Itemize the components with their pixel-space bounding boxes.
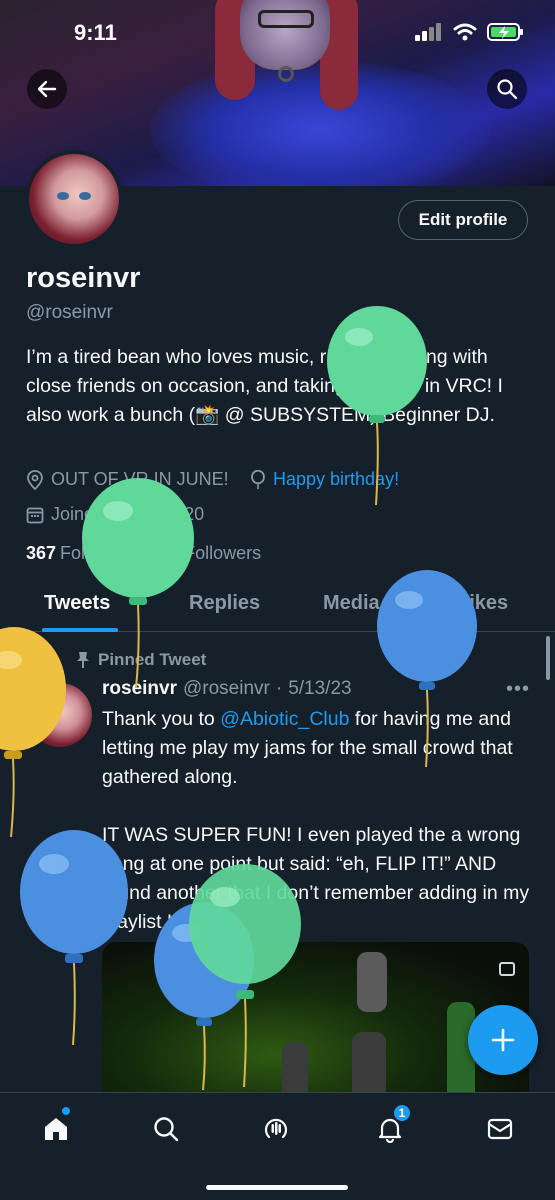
- sensitive-media-icon: [499, 962, 515, 976]
- plus-icon: [491, 1028, 515, 1052]
- status-time: 9:11: [74, 20, 117, 45]
- location-pin-icon: [27, 469, 43, 490]
- search-icon: [497, 79, 518, 100]
- mail-icon: [487, 1118, 513, 1140]
- balloon-decoration: [189, 864, 301, 1088]
- battery-charging-icon: [487, 23, 523, 41]
- profile-handle: @roseinvr: [26, 302, 113, 323]
- home-icon: [45, 1118, 67, 1140]
- wifi-icon: [453, 23, 477, 41]
- profile-bio: I’m a tired bean who loves music, raves,…: [26, 346, 503, 426]
- arrow-left-icon: [37, 80, 57, 98]
- back-button[interactable]: [27, 69, 67, 109]
- edit-profile-button[interactable]: Edit profile: [398, 200, 528, 240]
- home-unread-dot: [62, 1107, 70, 1115]
- tweet-date[interactable]: 5/13/23: [288, 678, 351, 700]
- calendar-icon: [26, 507, 44, 523]
- spaces-icon: [264, 1118, 288, 1139]
- tweet-author-handle[interactable]: @roseinvr: [183, 678, 270, 700]
- mention-link[interactable]: @Abiotic_Club: [220, 708, 349, 730]
- balloon-icon: [251, 469, 265, 489]
- balloon-decoration: [327, 306, 427, 506]
- status-icons: [415, 22, 525, 42]
- nav-home[interactable]: [36, 1107, 76, 1149]
- nav-spaces[interactable]: [256, 1109, 296, 1149]
- tweet-separator: ·: [275, 678, 283, 699]
- display-name: roseinvr: [26, 262, 141, 294]
- profile-search-button[interactable]: [487, 69, 527, 109]
- search-icon: [154, 1117, 179, 1142]
- signal-icon: [415, 23, 441, 41]
- bottom-navigation: 1: [0, 1092, 555, 1200]
- balloon-decoration: [20, 830, 128, 1046]
- compose-tweet-button[interactable]: [468, 1005, 538, 1075]
- nav-search[interactable]: [146, 1109, 186, 1149]
- notification-count-badge: 1: [392, 1103, 412, 1123]
- scrollbar[interactable]: [546, 636, 550, 680]
- tab-media[interactable]: Media: [323, 592, 380, 615]
- nav-notifications[interactable]: 1: [370, 1103, 412, 1149]
- profile-avatar[interactable]: [25, 150, 123, 248]
- balloon-decoration: [82, 478, 194, 689]
- nav-messages[interactable]: [480, 1109, 520, 1149]
- tab-replies[interactable]: Replies: [189, 592, 260, 615]
- balloon-decoration: [0, 627, 66, 838]
- more-options-icon[interactable]: •••: [506, 678, 530, 701]
- status-bar: 9:11: [0, 0, 555, 64]
- balloon-decoration: [377, 570, 477, 768]
- home-indicator: [206, 1185, 348, 1190]
